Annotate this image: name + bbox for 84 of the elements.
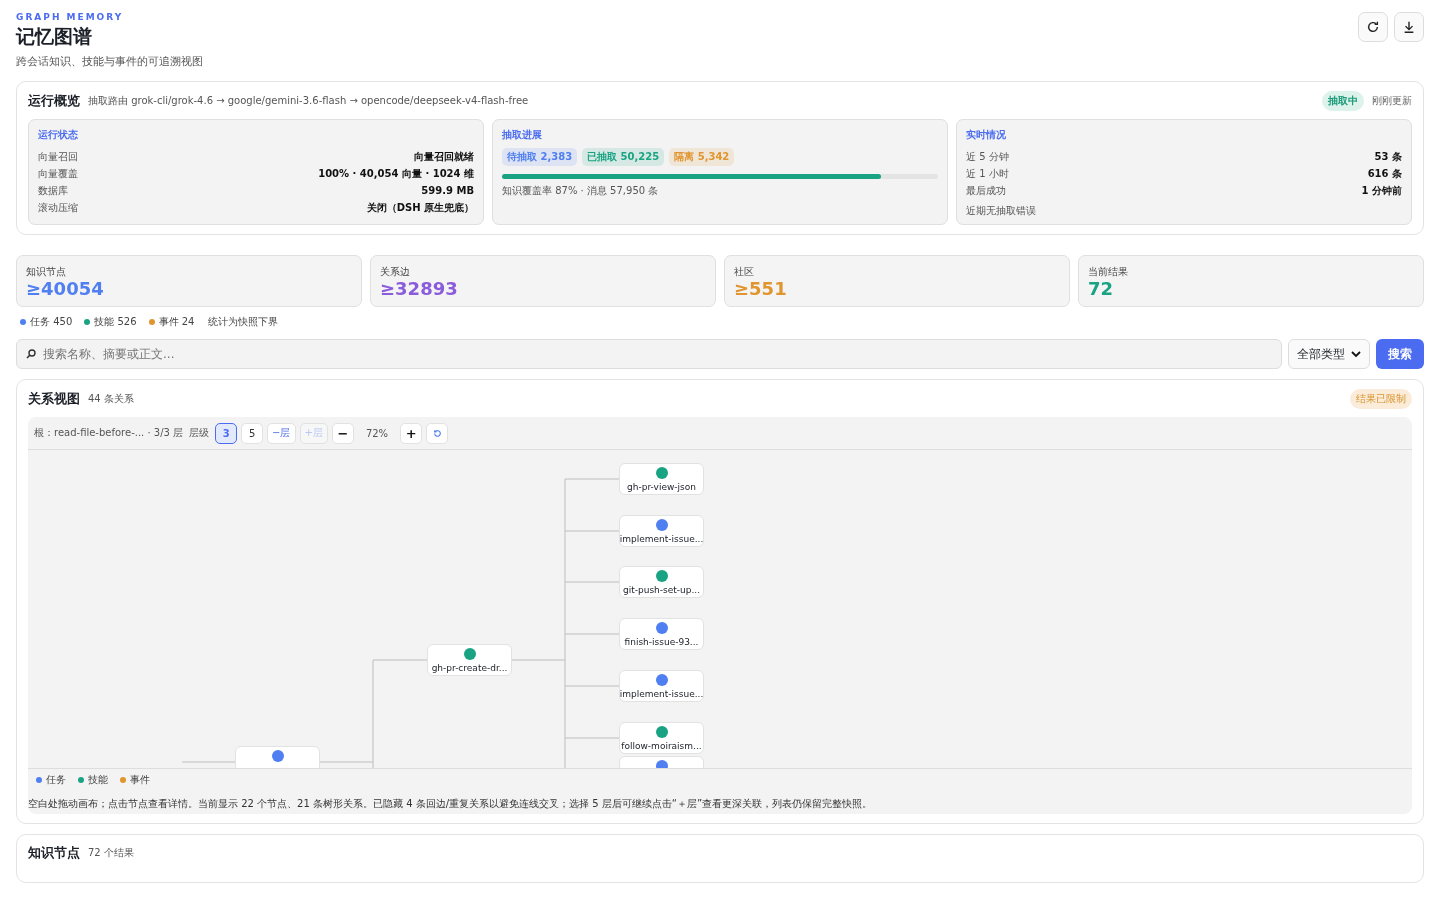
page-title: 记忆图谱 <box>16 24 93 49</box>
stat-value: ≥32893 <box>380 279 459 299</box>
coverage-note: 知识覆盖率 87% · 消息 57,950 条 <box>502 184 660 198</box>
type-select[interactable]: 全部类型 <box>1288 339 1370 369</box>
depth-button[interactable]: 3 <box>215 422 238 444</box>
zoom-level: 72% <box>365 427 389 439</box>
graph-node[interactable]: git-push-set-up... <box>619 566 704 598</box>
depth-label: 层级 <box>189 426 210 440</box>
reset-view-button[interactable] <box>426 422 449 444</box>
section-title: 知识节点 <box>28 844 80 862</box>
graph-canvas[interactable]: gh-pr-view-json implement-issue... git-push-set-up... finish-issue-93... implement-issue... follow-moiraism... gh-pr-create-dr... <box>28 450 1412 769</box>
panel-title: 运行状态 <box>38 128 79 142</box>
legend-label: 事件 <box>130 773 150 787</box>
panel-title: 实时情况 <box>966 128 1007 142</box>
stat-label: 知识节点 <box>26 265 67 279</box>
depth-button[interactable]: 5 <box>241 422 264 444</box>
help-text: 空白处拖动画布；点击节点查看详情。当前显示 22 个节点、21 条树形关系。已隐藏 4 条回边/重复关系以避免连线交叉；选择 5 层后可继续点击“＋层”查看更深关联，列表仍保留完整快照。 <box>28 797 874 811</box>
updated-text: 刚刚更新 <box>1372 94 1412 108</box>
less-depth-button[interactable]: −层 <box>267 422 296 444</box>
search-button[interactable]: 搜索 <box>1376 339 1424 369</box>
zoom-out-button[interactable]: − <box>331 422 354 444</box>
node-label: implement-issue... <box>619 689 704 699</box>
node-label: implement-issue... <box>619 534 704 544</box>
search-field[interactable]: 搜索名称、摘要或正文... <box>16 339 1282 369</box>
row-label: 向量覆盖 <box>38 167 78 181</box>
legend-label: 任务 <box>46 773 66 787</box>
count-chip: 待抽取 2,383 <box>502 148 578 166</box>
graph-node[interactable]: follow-moiraism... <box>619 722 704 754</box>
row-value: 1 分钟前 <box>1361 184 1402 198</box>
panel-title: 抽取进展 <box>502 128 543 142</box>
row-value: 向量召回就绪 <box>414 150 474 164</box>
legend-label: 技能 526 <box>94 315 137 329</box>
root-label: 根：read-file-before-... · 3/3 层 <box>34 426 184 440</box>
row-label: 滚动压缩 <box>38 201 78 215</box>
node-label: gh-pr-create-dr... <box>431 663 508 673</box>
error-note: 近期无抽取错误 <box>966 204 1037 218</box>
graph-node[interactable]: gh-pr-view-json <box>619 463 704 495</box>
route-text: 抽取路由 grok-cli/grok-4.6 → google/gemini-3.6-flash → opencode/deepseek-v4-flash-free <box>88 94 529 108</box>
result-count: 72 个结果 <box>88 846 134 860</box>
graph-node[interactable]: implement-issue... <box>619 515 704 547</box>
stat-label: 当前结果 <box>1088 265 1129 279</box>
count-chip: 隔离 5,342 <box>669 148 735 166</box>
refresh-button[interactable] <box>1358 12 1388 42</box>
graph-node[interactable]: implement-issue... <box>619 670 704 702</box>
node-label: follow-moiraism... <box>621 741 702 751</box>
legend-label: 事件 24 <box>158 315 195 329</box>
eyebrow-label: GRAPH MEMORY <box>16 12 125 22</box>
graph-node[interactable]: gh-pr-create-dr... <box>427 644 512 676</box>
row-value: 100% · 40,054 向量 · 1024 维 <box>318 167 474 181</box>
node-label: finish-issue-93... <box>624 637 699 647</box>
section-title: 关系视图 <box>28 390 80 408</box>
row-value: 关闭（DSH 原生兜底） <box>366 201 474 215</box>
node-label: gh-pr-view-json <box>627 482 696 492</box>
search-icon <box>26 349 36 359</box>
row-value: 53 条 <box>1374 150 1402 164</box>
relation-count: 44 条关系 <box>88 392 134 406</box>
caret-icon <box>1351 350 1361 358</box>
row-label: 最后成功 <box>966 184 1006 198</box>
zoom-in-button[interactable]: + <box>400 422 423 444</box>
row-label: 近 1 小时 <box>966 167 1009 181</box>
row-value: 616 条 <box>1367 167 1402 181</box>
legend-label: 技能 <box>88 773 108 787</box>
status-badge: 抽取中 <box>1322 91 1364 111</box>
limit-badge: 结果已限制 <box>1350 389 1412 409</box>
stat-value: ≥40054 <box>26 279 105 299</box>
row-value: 599.9 MB <box>421 184 474 198</box>
reset-icon <box>432 428 442 438</box>
download-button[interactable] <box>1394 12 1424 42</box>
row-label: 数据库 <box>38 184 68 198</box>
section-title: 运行概览 <box>28 92 80 110</box>
row-label: 向量召回 <box>38 150 78 164</box>
page-subtitle: 跨会话知识、技能与事件的可追溯视图 <box>16 54 203 69</box>
legend-label: 任务 450 <box>30 315 73 329</box>
count-chip: 已抽取 50,225 <box>582 148 665 166</box>
stat-value: 72 <box>1088 279 1115 299</box>
refresh-icon <box>1366 20 1380 34</box>
legend-note: 统计为快照下界 <box>208 315 279 329</box>
graph-node[interactable]: finish-issue-93... <box>619 618 704 650</box>
download-icon <box>1402 20 1416 34</box>
stat-label: 社区 <box>734 265 755 279</box>
stat-value: ≥551 <box>734 279 788 299</box>
row-label: 近 5 分钟 <box>966 150 1009 164</box>
node-label: git-push-set-up... <box>622 585 701 595</box>
stat-label: 关系边 <box>380 265 411 279</box>
